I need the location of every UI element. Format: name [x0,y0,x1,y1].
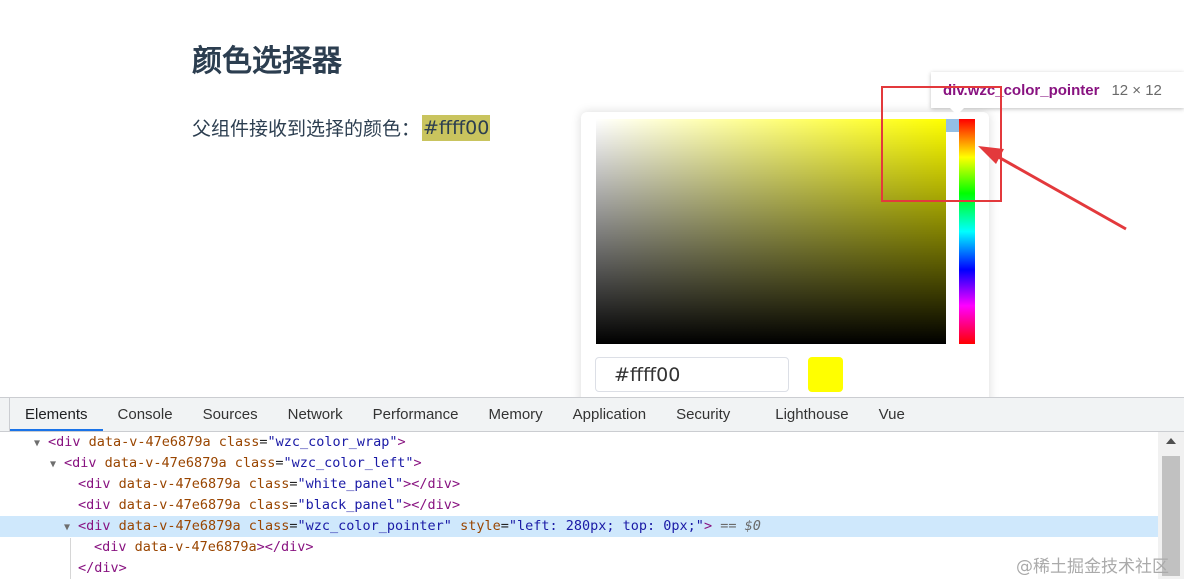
tab-vue[interactable]: Vue [864,398,920,431]
tab-security[interactable]: Security [661,398,760,431]
devtools-tabbar: Elements Console Sources Network Perform… [0,398,1184,432]
scroll-up-arrow-icon[interactable] [1166,438,1176,444]
dom-node-close[interactable]: </div> [0,558,1158,579]
hex-color-input[interactable] [595,357,789,392]
tab-sources[interactable]: Sources [188,398,273,431]
dom-node-child-div[interactable]: <div data-v-47e6879a></div> [0,537,1158,558]
tab-application[interactable]: Application [558,398,661,431]
tab-console[interactable]: Console [103,398,188,431]
tooltip-dimensions: 12 × 12 [1111,81,1162,99]
selected-color-result: 父组件接收到选择的颜色： #ffff00 [192,114,491,141]
tab-network[interactable]: Network [273,398,358,431]
dom-node-black-panel[interactable]: <div data-v-47e6879a class="black_panel"… [0,495,1158,516]
result-value: #ffff00 [422,114,491,141]
annotation-box-pointer [881,86,1002,202]
tabbar-gap [0,398,10,431]
tab-performance[interactable]: Performance [358,398,474,431]
dom-node-white-panel[interactable]: <div data-v-47e6879a class="white_panel"… [0,474,1158,495]
color-swatch [808,357,843,392]
expand-triangle-icon[interactable]: ▼ [34,433,48,454]
indent-guide [70,538,71,579]
dom-node-wrap[interactable]: ▼ <div data-v-47e6879a class="wzc_color_w… [0,432,1158,453]
page-title: 颜色选择器 [192,44,342,79]
watermark: @稀土掘金技术社区 [1016,557,1169,577]
selected-node-marker: == $0 [720,518,761,534]
result-label: 父组件接收到选择的颜色： [192,118,421,140]
dom-node-color-pointer[interactable]: ▼ <div data-v-47e6879a class="wzc_color_p… [0,516,1158,537]
elements-tree: ▼ <div data-v-47e6879a class="wzc_color_w… [0,432,1158,579]
tab-elements[interactable]: Elements [10,398,103,431]
tab-memory[interactable]: Memory [474,398,558,431]
dom-node-left[interactable]: ▼ <div data-v-47e6879a class="wzc_color_l… [0,453,1158,474]
devtools-panel: Elements Console Sources Network Perform… [0,397,1184,579]
tab-lighthouse[interactable]: Lighthouse [760,398,863,431]
expand-triangle-icon[interactable]: ▼ [50,454,64,475]
expand-triangle-icon[interactable]: ▼ [64,517,78,538]
